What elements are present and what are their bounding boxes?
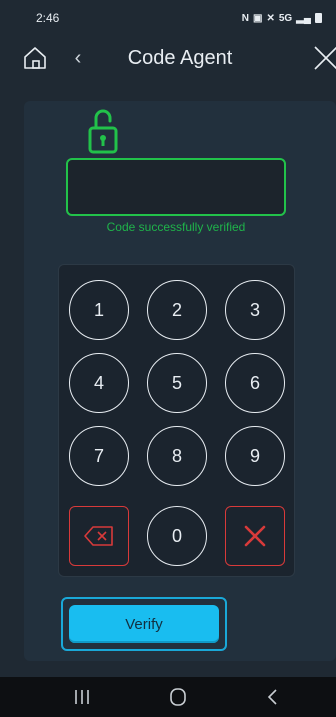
key-0[interactable]: 0 <box>147 506 207 566</box>
key-7[interactable]: 7 <box>69 426 129 486</box>
mute-icon: ✕ <box>266 12 275 24</box>
verify-button[interactable]: Verify <box>69 605 219 643</box>
signal-icon: ▂▄ <box>296 12 311 24</box>
home-nav-icon[interactable] <box>167 686 189 708</box>
key-6[interactable]: 6 <box>225 353 285 413</box>
backspace-button[interactable] <box>69 506 129 566</box>
app-header: ‹ Code Agent <box>0 36 336 82</box>
key-2[interactable]: 2 <box>147 280 207 340</box>
key-4[interactable]: 4 <box>69 353 129 413</box>
status-message: Code successfully verified <box>106 220 246 234</box>
status-icons: N ▣ ✕ 5G ▂▄ <box>242 13 322 24</box>
close-icon[interactable] <box>312 44 336 72</box>
key-1[interactable]: 1 <box>69 280 129 340</box>
system-nav-bar <box>0 677 336 717</box>
verify-focus-frame: Verify <box>61 597 227 651</box>
clear-x-icon <box>244 525 266 547</box>
nfc-icon: N <box>241 12 250 24</box>
page-title: Code Agent <box>127 47 233 69</box>
unlocked-padlock-icon <box>88 109 118 154</box>
back-nav-icon[interactable] <box>262 686 284 708</box>
backspace-icon <box>84 526 113 546</box>
key-8[interactable]: 8 <box>147 426 207 486</box>
recent-apps-icon[interactable] <box>71 686 93 708</box>
keypad: 1 2 3 4 5 6 7 8 9 0 <box>58 264 295 577</box>
battery-icon <box>315 13 322 23</box>
clear-button[interactable] <box>225 506 285 566</box>
key-9[interactable]: 9 <box>225 426 285 486</box>
code-input[interactable] <box>66 158 286 216</box>
network-type: 5G <box>278 12 293 24</box>
status-time: 2:46 <box>36 11 60 25</box>
vibrate-icon: ▣ <box>253 12 263 24</box>
status-bar: 2:46 N ▣ ✕ 5G ▂▄ <box>0 0 336 36</box>
key-3[interactable]: 3 <box>225 280 285 340</box>
key-5[interactable]: 5 <box>147 353 207 413</box>
